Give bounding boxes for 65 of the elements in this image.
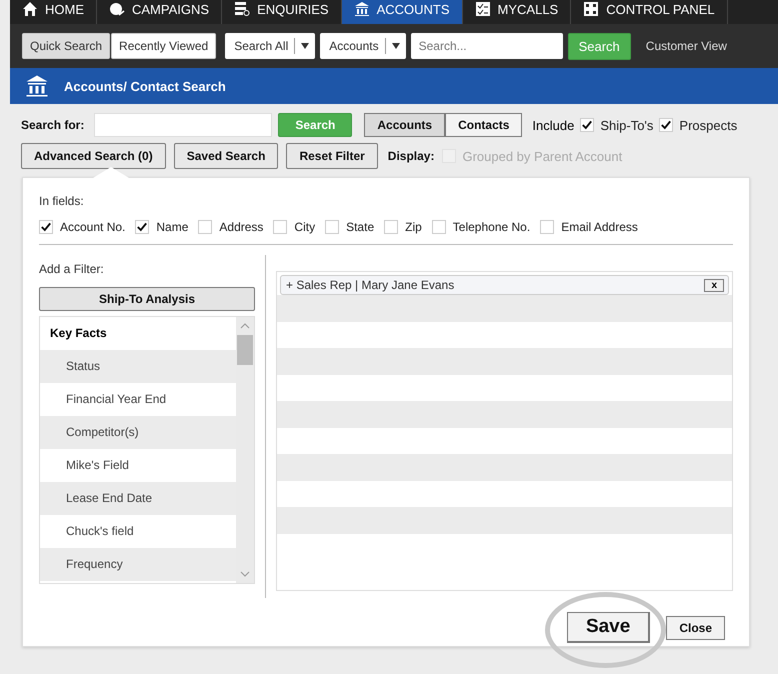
scope-toggle[interactable]: Contacts [445,113,522,137]
action-button[interactable]: Saved Search [174,143,278,169]
scroll-down-icon[interactable] [240,571,250,577]
home-icon [22,1,38,17]
filter-label: Add a Filter: [39,262,105,276]
filter-chip-label: + Sales Rep | Mary Jane Evans [286,278,454,292]
checkbox-label: Prospects [679,118,738,132]
checkbox-label: Zip [405,220,422,234]
filter-item[interactable]: Financial Year End [40,383,236,416]
checkbox-label: Ship-To's [600,118,654,132]
ship-to-analysis-button[interactable]: Ship-To Analysis [39,287,255,311]
checkbox[interactable] [273,220,288,234]
dropdown[interactable]: Accounts [320,33,406,59]
checkbox[interactable] [135,220,150,234]
checklist-icon [474,1,491,17]
filter-item[interactable]: Competitor(s) [40,416,236,449]
checkbox[interactable] [384,220,398,234]
checkbox-label: Email Address [561,220,638,234]
checkbox[interactable] [198,220,212,234]
list-search-icon [234,1,250,17]
remove-button[interactable]: x [704,278,724,292]
view-toggle[interactable]: Quick Search [22,33,110,59]
checkbox[interactable] [659,118,674,132]
filter-item[interactable]: Frequency [40,548,236,581]
caret-icon [392,43,400,49]
checkbox-label: Address [219,220,264,234]
bank-icon [354,1,370,17]
checkbox-label: City [294,220,316,234]
checkbox[interactable] [325,220,340,234]
display-label: Display: [388,149,434,163]
checkbox-label: Telephone No. [452,220,530,234]
view-toggle[interactable]: Recently Viewed [111,33,216,59]
search-field[interactable]: Search... [410,33,563,59]
search-label: Search for: [21,118,84,132]
page-title: Accounts/ Contact Search [64,78,226,94]
caret-icon [301,43,310,49]
list-header: Key Facts [49,325,108,342]
scrollbar[interactable] [236,317,254,583]
action-button[interactable]: Advanced Search (0) [21,143,166,169]
filter-item[interactable]: Lease End Date [40,482,236,515]
filter-item[interactable]: Mike's Field [40,449,236,482]
filter-item[interactable]: Chuck's field [40,515,236,548]
dropdown[interactable]: Search All [225,33,316,59]
checkbox-label: State [346,220,374,234]
search-field[interactable] [94,113,272,137]
checkbox[interactable] [580,118,594,132]
close-button[interactable]: Close [666,616,725,640]
include-label: Include [532,118,574,132]
save-button[interactable]: Save [566,612,650,643]
bank-icon [24,74,50,98]
action-button[interactable]: Reset Filter [286,143,378,169]
checkbox-label: Name [156,220,188,234]
nav-tab[interactable]: ACCOUNTS [342,0,463,24]
checkbox[interactable] [540,220,554,234]
checkbox[interactable] [39,220,53,234]
customer-view-link[interactable]: Customer View [646,39,727,53]
scroll-up-icon[interactable] [240,323,250,329]
checkbox-label: Account No. [60,220,126,234]
grid-icon [583,1,600,17]
checkbox[interactable] [432,220,446,234]
checkbox-label: Grouped by Parent Account [462,148,622,164]
scope-toggle[interactable]: Accounts [364,113,446,137]
fields-label: In fields: [39,194,85,208]
scroll-thumb[interactable] [237,335,253,365]
filter-item[interactable]: Status [40,350,236,383]
